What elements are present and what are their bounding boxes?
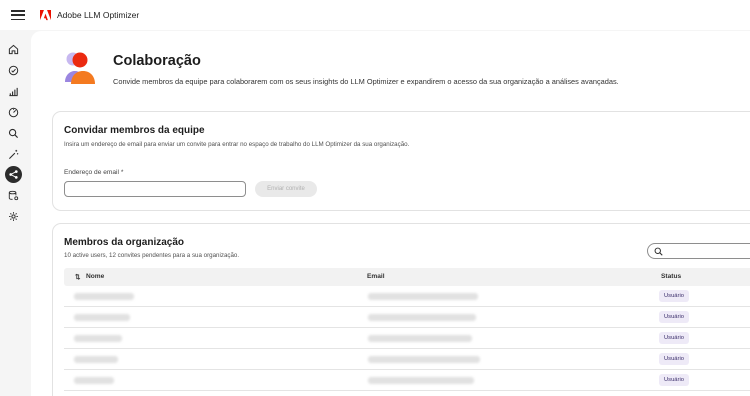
data-settings-icon bbox=[8, 190, 19, 201]
sort-icon[interactable]: ⇅ bbox=[75, 273, 81, 281]
invite-card: Convidar membros da equipe Insira um end… bbox=[52, 111, 750, 211]
member-email-redacted bbox=[368, 314, 476, 321]
sidebar-item-search[interactable] bbox=[5, 125, 22, 142]
sidebar-item-home[interactable] bbox=[5, 41, 22, 58]
sidebar-item-opportunities[interactable] bbox=[5, 62, 22, 79]
email-label-text: Endereço de email bbox=[64, 169, 119, 176]
page-title: Colaboração bbox=[113, 53, 201, 69]
status-badge: Usuário bbox=[659, 332, 689, 344]
share-icon bbox=[9, 170, 18, 179]
bar-chart-icon bbox=[9, 87, 18, 97]
member-email-redacted bbox=[368, 377, 474, 384]
sidebar-item-collaboration[interactable] bbox=[5, 166, 22, 183]
members-summary: 10 active users, 12 convites pendentes p… bbox=[64, 252, 240, 259]
status-badge: Usuário bbox=[659, 290, 689, 302]
member-name-redacted bbox=[74, 356, 118, 363]
column-header-email: Email bbox=[367, 273, 385, 280]
invite-description: Insira um endereço de email para enviar … bbox=[64, 141, 410, 148]
members-title: Membros da organização bbox=[64, 237, 185, 248]
main-content: Colaboração Convide membros da equipe pa… bbox=[31, 31, 750, 396]
page-subtitle: Convide membros da equipe para colaborar… bbox=[113, 77, 619, 86]
status-badge: Usuário bbox=[659, 374, 689, 386]
members-search-input[interactable] bbox=[647, 243, 750, 259]
member-email-redacted bbox=[368, 293, 478, 300]
member-name-redacted bbox=[74, 377, 114, 384]
status-badge: Usuário bbox=[659, 353, 689, 365]
gear-icon bbox=[9, 212, 18, 221]
member-email-redacted bbox=[368, 335, 472, 342]
table-header: ⇅ Nome Email Status bbox=[64, 268, 750, 286]
required-mark: * bbox=[120, 169, 124, 176]
sidebar-item-tools[interactable] bbox=[5, 146, 22, 163]
members-card: Membros da organização 10 active users, … bbox=[52, 223, 750, 396]
table-row[interactable]: Usuário bbox=[64, 349, 750, 370]
members-table: ⇅ Nome Email Status Usuário Usuário Usuá… bbox=[64, 268, 750, 391]
email-field-label: Endereço de email * bbox=[64, 169, 123, 176]
search-icon bbox=[654, 247, 663, 256]
member-name-redacted bbox=[74, 335, 122, 342]
sidebar-item-settings[interactable] bbox=[5, 208, 22, 225]
member-name-redacted bbox=[74, 293, 134, 300]
table-row[interactable]: Usuário bbox=[64, 328, 750, 349]
send-invite-button[interactable]: Enviar convite bbox=[255, 181, 317, 197]
magic-wand-icon bbox=[8, 149, 19, 160]
home-icon bbox=[8, 44, 19, 55]
sidebar-item-performance[interactable] bbox=[5, 104, 22, 121]
gauge-icon bbox=[8, 107, 19, 118]
app-name: Adobe LLM Optimizer bbox=[57, 10, 140, 20]
member-email-redacted bbox=[368, 356, 480, 363]
top-bar: Adobe LLM Optimizer bbox=[0, 0, 750, 30]
table-row[interactable]: Usuário bbox=[64, 307, 750, 328]
collaboration-illustration-icon bbox=[65, 52, 95, 84]
sidebar-item-data[interactable] bbox=[5, 187, 22, 204]
status-badge: Usuário bbox=[659, 311, 689, 323]
check-circle-icon bbox=[8, 65, 19, 76]
table-row[interactable]: Usuário bbox=[64, 370, 750, 391]
invite-title: Convidar membros da equipe bbox=[64, 125, 205, 136]
search-icon bbox=[8, 128, 19, 139]
email-field[interactable] bbox=[64, 181, 246, 197]
adobe-logo-icon bbox=[40, 9, 51, 20]
hamburger-menu-icon[interactable] bbox=[11, 10, 25, 20]
column-header-name[interactable]: Nome bbox=[86, 273, 104, 280]
sidebar-item-analytics[interactable] bbox=[5, 83, 22, 100]
member-name-redacted bbox=[74, 314, 130, 321]
column-header-status: Status bbox=[661, 273, 682, 280]
sidebar-nav bbox=[0, 30, 28, 396]
table-row[interactable]: Usuário bbox=[64, 286, 750, 307]
